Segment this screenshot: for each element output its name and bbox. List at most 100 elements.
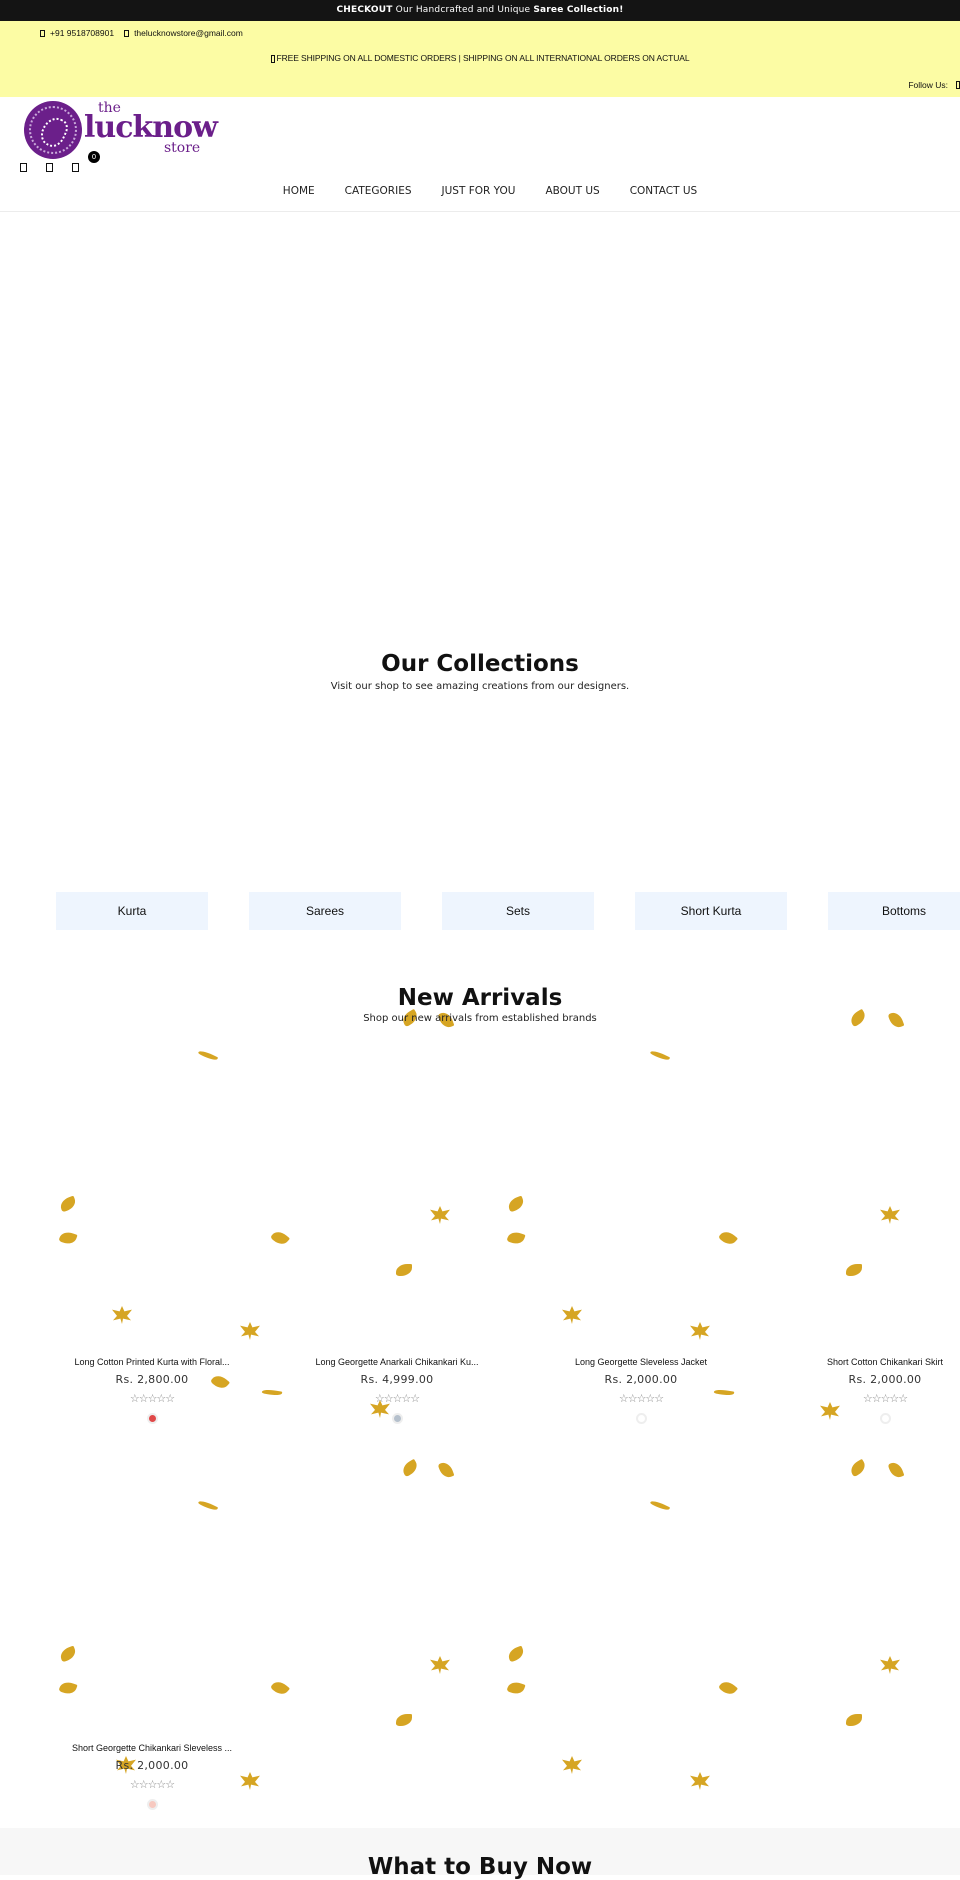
site-header: the lucknow store 0 HOME CATEGORIES JUST… — [0, 97, 960, 212]
category-sarees[interactable]: Sarees — [249, 892, 401, 930]
nav-categories[interactable]: CATEGORIES — [345, 185, 412, 197]
top-info-bar: +91 9518708901 thelucknowstore@gmail.com… — [0, 21, 960, 97]
leaf-icon — [430, 1206, 450, 1224]
social-icon[interactable] — [956, 81, 960, 89]
color-swatch[interactable] — [146, 1799, 158, 1810]
follow-label: Follow Us: — [908, 80, 948, 90]
rating-stars-icon: ☆☆☆☆☆ — [129, 1392, 175, 1405]
product-price: Rs. 4,999.00 — [360, 1373, 434, 1386]
new-arrivals-subtitle: Shop our new arrivals from established b… — [363, 1013, 597, 1024]
logo-name: lucknow — [84, 110, 218, 145]
shipping-notice: FREE SHIPPING ON ALL DOMESTIC ORDERS | S… — [0, 53, 960, 63]
nav-home[interactable]: HOME — [283, 185, 315, 197]
product-name[interactable]: Long Georgette Sleveless Jacket — [541, 1357, 741, 1367]
collections-subtitle: Visit our shop to see amazing creations … — [330, 681, 630, 692]
search-icon[interactable] — [20, 163, 27, 172]
email-address: thelucknowstore@gmail.com — [134, 28, 243, 38]
leaf-icon — [58, 1679, 78, 1697]
leaf-icon — [718, 1228, 738, 1248]
collections-heading: Our Collections Visit our shop to see am… — [0, 651, 960, 692]
cart-icon[interactable] — [72, 163, 79, 172]
leaf-icon — [846, 1714, 862, 1726]
what-to-buy-title: What to Buy Now — [367, 1854, 593, 1880]
leaf-icon — [506, 1679, 526, 1697]
color-swatch[interactable] — [879, 1413, 891, 1424]
phone-number: +91 9518708901 — [50, 28, 115, 38]
leaf-icon — [58, 1195, 78, 1213]
product-name[interactable]: Long Georgette Anarkali Chikankari Ku... — [297, 1357, 497, 1367]
category-kurta[interactable]: Kurta — [56, 892, 208, 930]
leaf-icon — [718, 1678, 738, 1698]
leaf-icon — [430, 1656, 450, 1674]
leaf-icon — [880, 1206, 900, 1224]
leaf-icon — [261, 1388, 283, 1397]
product-name[interactable]: Short Cotton Chikankari Skirt — [785, 1357, 960, 1367]
leaf-icon — [506, 1645, 526, 1663]
leaf-icon — [400, 1458, 420, 1478]
rating-stars-icon: ☆☆☆☆☆ — [374, 1392, 420, 1405]
leaf-icon — [197, 1499, 219, 1512]
logo-wordmark: the lucknow store — [84, 101, 218, 159]
leaf-icon — [58, 1645, 78, 1663]
nav-just-for-you[interactable]: JUST FOR YOU — [442, 185, 516, 197]
color-swatch[interactable] — [146, 1413, 158, 1424]
product-card[interactable]: Short Georgette Chikankari Sleveless ...… — [52, 1743, 252, 1810]
user-icon[interactable] — [46, 163, 53, 172]
product-card[interactable]: Long Georgette Sleveless Jacket Rs. 2,00… — [541, 1357, 741, 1424]
contact-info: +91 9518708901 thelucknowstore@gmail.com — [40, 28, 243, 38]
new-arrivals-heading: New Arrivals Shop our new arrivals from … — [0, 985, 960, 1024]
announcement-bold-suffix: Saree Collection! — [533, 5, 624, 15]
category-sets[interactable]: Sets — [442, 892, 594, 930]
leaf-icon — [437, 1460, 455, 1480]
leaf-icon — [58, 1229, 78, 1247]
leaf-icon — [112, 1306, 132, 1324]
announcement-text: Our Handcrafted and Unique — [392, 5, 534, 15]
new-arrivals-title: New Arrivals — [397, 985, 563, 1011]
category-bottoms[interactable]: Bottoms — [828, 892, 960, 930]
main-nav: HOME CATEGORIES JUST FOR YOU ABOUT US CO… — [0, 185, 960, 197]
product-name[interactable]: Long Cotton Printed Kurta with Floral... — [52, 1357, 252, 1367]
truck-icon — [270, 55, 275, 63]
leaf-icon — [270, 1228, 290, 1248]
product-card[interactable]: Long Cotton Printed Kurta with Floral...… — [52, 1357, 252, 1424]
leaf-icon — [846, 1264, 862, 1276]
shipping-text: FREE SHIPPING ON ALL DOMESTIC ORDERS | S… — [276, 53, 690, 63]
leaf-icon — [240, 1322, 260, 1340]
announcement-bar: CHECKOUT Our Handcrafted and Unique Sare… — [0, 0, 960, 21]
leaf-icon — [197, 1049, 219, 1062]
product-card[interactable]: Long Georgette Anarkali Chikankari Ku...… — [297, 1357, 497, 1424]
nav-about-us[interactable]: ABOUT US — [545, 185, 599, 197]
paisley-logo-icon — [24, 101, 82, 159]
email-link[interactable]: thelucknowstore@gmail.com — [124, 28, 243, 38]
leaf-icon — [562, 1756, 582, 1774]
rating-stars-icon: ☆☆☆☆☆ — [618, 1392, 664, 1405]
collections-title: Our Collections — [381, 651, 579, 677]
leaf-icon — [396, 1714, 412, 1726]
rating-stars-icon: ☆☆☆☆☆ — [862, 1392, 908, 1405]
follow-us: Follow Us: — [908, 80, 960, 90]
nav-contact-us[interactable]: CONTACT US — [630, 185, 697, 197]
announcement-bold-prefix: CHECKOUT — [336, 5, 393, 15]
email-icon — [124, 30, 130, 37]
cart-count-badge: 0 — [88, 151, 100, 163]
phone-icon — [40, 30, 45, 37]
leaf-icon — [270, 1678, 290, 1698]
leaf-icon — [649, 1499, 671, 1512]
color-swatch[interactable] — [391, 1413, 403, 1424]
color-swatch[interactable] — [635, 1413, 647, 1424]
logo[interactable]: the lucknow store — [24, 101, 218, 159]
phone-link[interactable]: +91 9518708901 — [40, 28, 114, 38]
leaf-icon — [848, 1458, 868, 1478]
logo-store: store — [164, 140, 201, 156]
product-price: Rs. 2,800.00 — [115, 1373, 189, 1386]
leaf-icon — [506, 1229, 526, 1247]
leaf-icon — [887, 1460, 905, 1480]
header-icons: 0 — [20, 151, 100, 172]
leaf-icon — [690, 1322, 710, 1340]
category-tiles: Kurta Sarees Sets Short Kurta Bottoms — [56, 892, 960, 930]
leaf-icon — [649, 1049, 671, 1062]
product-name[interactable]: Short Georgette Chikankari Sleveless ... — [52, 1743, 252, 1753]
product-price: Rs. 2,000.00 — [604, 1373, 678, 1386]
product-card[interactable]: Short Cotton Chikankari Skirt Rs. 2,000.… — [785, 1357, 960, 1424]
category-short-kurta[interactable]: Short Kurta — [635, 892, 787, 930]
